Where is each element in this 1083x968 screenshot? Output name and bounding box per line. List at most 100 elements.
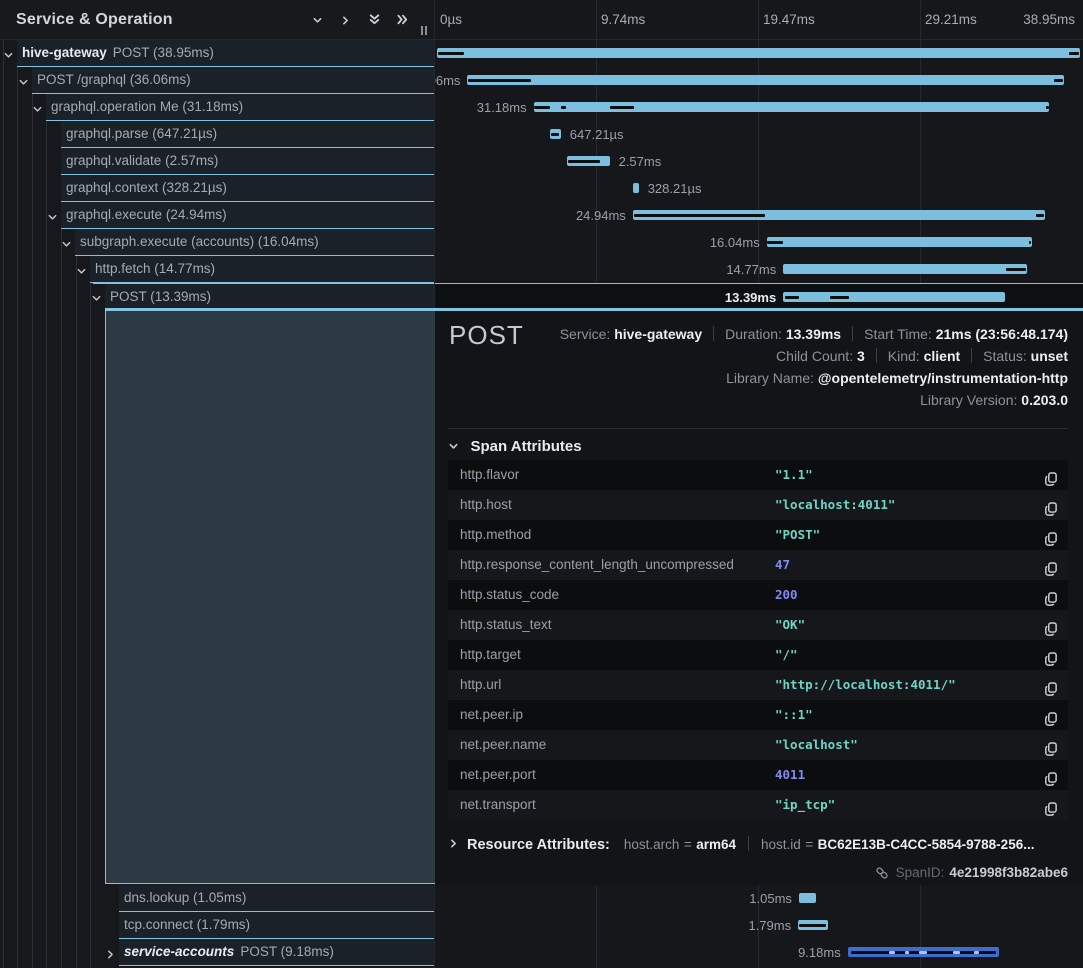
copy-icon[interactable]: [1043, 497, 1059, 513]
copy-icon[interactable]: [1043, 737, 1059, 753]
span-bar-row[interactable]: 2.57ms: [435, 148, 1083, 175]
span-bar[interactable]: [633, 210, 1045, 220]
span-bar[interactable]: [534, 102, 1050, 112]
chevron-down-icon[interactable]: [76, 264, 87, 275]
chevron-down-icon[interactable]: [18, 75, 29, 86]
span-tree-row[interactable]: graphql.operation Me (31.18ms): [0, 94, 435, 121]
span-bar-row[interactable]: 31.18ms: [435, 94, 1083, 121]
attribute-key: net.transport: [460, 790, 536, 820]
resource-value: BC62E13B-C4CC-5854-9788-256...: [818, 837, 1035, 852]
attribute-value: 47: [775, 550, 790, 580]
copy-icon[interactable]: [1043, 557, 1059, 573]
copy-icon[interactable]: [1043, 677, 1059, 693]
attribute-row: http.method"POST": [448, 520, 1068, 550]
expand-all-icon[interactable]: [396, 13, 410, 27]
copy-icon[interactable]: [1043, 797, 1059, 813]
expand-one-icon[interactable]: [340, 13, 354, 27]
resource-value: arm64: [696, 837, 736, 852]
copy-icon[interactable]: [1043, 467, 1059, 483]
attribute-key: http.flavor: [460, 460, 519, 490]
span-op-label: subgraph.execute (accounts) (16.04ms): [80, 234, 319, 249]
span-bar-row[interactable]: 13.39ms: [435, 283, 1083, 310]
span-bar-row[interactable]: 1.05ms: [435, 885, 1083, 912]
trace-viewer: 0µs9.74ms19.47ms29.21ms38.95ms 38.95ms36…: [0, 0, 1083, 968]
span-bar[interactable]: [783, 292, 1004, 302]
span-tree-row[interactable]: service-accountsPOST (9.18ms): [0, 939, 435, 966]
span-tree-row[interactable]: subgraph.execute (accounts) (16.04ms): [0, 229, 435, 256]
span-bar[interactable]: [767, 237, 1032, 247]
span-op-label: graphql.validate (2.57ms): [66, 153, 218, 168]
span-bar[interactable]: [467, 75, 1063, 85]
span-bar-row[interactable]: 16.04ms: [435, 229, 1083, 256]
copy-icon[interactable]: [1043, 767, 1059, 783]
span-op-label: POST /graphql (36.06ms): [37, 72, 191, 87]
span-attributes-header[interactable]: Span Attributes: [448, 437, 582, 457]
span-duration-label: 1.79ms: [748, 912, 791, 939]
span-bar-row[interactable]: 38.95ms: [435, 40, 1083, 67]
chevron-down-icon[interactable]: [91, 291, 102, 302]
attribute-value: "localhost:4011": [775, 490, 895, 520]
span-tree-row[interactable]: dns.lookup (1.05ms): [0, 885, 435, 912]
ruler-tick: 9.74ms: [601, 0, 645, 40]
span-tree-row[interactable]: tcp.connect (1.79ms): [0, 912, 435, 939]
span-duration-label: 31.18ms: [477, 94, 527, 121]
span-bar-row[interactable]: 9.18ms: [435, 939, 1083, 966]
span-duration-label: 647.21µs: [570, 121, 624, 148]
ruler-tick: 38.95ms: [1023, 0, 1075, 40]
span-tree-row[interactable]: hive-gatewayPOST (38.95ms): [0, 40, 435, 67]
span-bar[interactable]: [783, 264, 1027, 274]
span-op-label: graphql.context (328.21µs): [66, 180, 227, 195]
copy-icon[interactable]: [1043, 527, 1059, 543]
chevron-down-icon[interactable]: [47, 210, 58, 221]
span-bar-row[interactable]: 14.77ms: [435, 256, 1083, 283]
copy-icon[interactable]: [1043, 617, 1059, 633]
panel-resize-handle[interactable]: [421, 26, 430, 36]
span-op-label: http.fetch (14.77ms): [95, 261, 215, 276]
span-tree-row[interactable]: graphql.validate (2.57ms): [0, 148, 435, 175]
ruler-tick: 0µs: [440, 0, 462, 40]
span-tree-row[interactable]: graphql.context (328.21µs): [0, 175, 435, 202]
attribute-row: http.status_text"OK": [448, 610, 1068, 640]
span-bar-row[interactable]: 647.21µs: [435, 121, 1083, 148]
detail-divider: [448, 428, 1068, 429]
span-bar[interactable]: [567, 156, 610, 166]
attribute-key: http.status_text: [460, 610, 552, 640]
span-tree-row[interactable]: graphql.parse (647.21µs): [0, 121, 435, 148]
attribute-key: http.status_code: [460, 580, 559, 610]
span-service: service-accounts: [124, 944, 234, 959]
resource-attributes-row[interactable]: Resource Attributes:host.arch = arm64hos…: [448, 833, 1034, 857]
copy-icon[interactable]: [1043, 707, 1059, 723]
detail-left-fill: [105, 311, 435, 884]
span-bar[interactable]: [848, 947, 1000, 957]
collapse-all-icon[interactable]: [368, 13, 382, 27]
span-tree-row[interactable]: graphql.execute (24.94ms): [0, 202, 435, 229]
attribute-key: net.peer.port: [460, 760, 536, 790]
span-bar-row[interactable]: 1.79ms: [435, 912, 1083, 939]
collapse-one-icon[interactable]: [312, 13, 326, 27]
attribute-key: net.peer.ip: [460, 700, 523, 730]
attribute-key: http.response_content_length_uncompresse…: [460, 550, 734, 580]
copy-icon[interactable]: [1043, 647, 1059, 663]
span-tree-row[interactable]: POST (13.39ms): [0, 283, 435, 310]
span-bar-row[interactable]: 36.06ms: [435, 67, 1083, 94]
span-bar-row[interactable]: 328.21µs: [435, 175, 1083, 202]
span-tree-row[interactable]: http.fetch (14.77ms): [0, 256, 435, 283]
span-bar[interactable]: [550, 129, 561, 139]
attribute-value: "localhost": [775, 730, 858, 760]
span-tree-row[interactable]: POST /graphql (36.06ms): [0, 67, 435, 94]
span-bar[interactable]: [633, 183, 638, 193]
copy-icon[interactable]: [1043, 587, 1059, 603]
span-bar[interactable]: [799, 893, 816, 903]
chevron-down-icon[interactable]: [61, 237, 72, 248]
chevron-right-icon[interactable]: [105, 947, 116, 958]
span-bar[interactable]: [437, 48, 1080, 58]
detail-span-title: POST: [449, 320, 524, 351]
chevron-down-icon[interactable]: [3, 48, 14, 59]
span-op-label: POST (13.39ms): [110, 289, 211, 304]
chevron-down-icon[interactable]: [32, 102, 43, 113]
link-icon[interactable]: [875, 864, 889, 881]
span-bar[interactable]: [798, 920, 828, 930]
attribute-value: "/": [775, 640, 798, 670]
span-bar-row[interactable]: 24.94ms: [435, 202, 1083, 229]
span-op-label: tcp.connect (1.79ms): [124, 917, 250, 932]
